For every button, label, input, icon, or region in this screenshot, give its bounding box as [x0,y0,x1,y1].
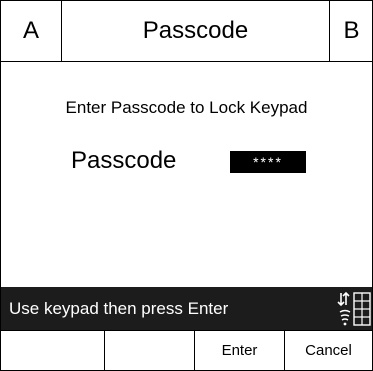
passcode-field[interactable]: **** [230,151,306,173]
softkey-2[interactable] [105,331,195,371]
softkey-1[interactable] [1,331,105,371]
status-message: Use keypad then press Enter [9,299,229,318]
softkey-a-label[interactable]: A [1,1,62,61]
enter-button[interactable]: Enter [195,331,285,371]
keypad-status-icon [337,291,371,326]
title-bar: A Passcode B [1,1,372,62]
softkey-b-label[interactable]: B [329,1,373,61]
status-bar: Use keypad then press Enter [1,287,372,330]
passcode-label: Passcode [71,147,177,174]
page-title: Passcode [142,17,249,44]
device-screen: A Passcode B Enter Passcode to Lock Keyp… [0,0,373,371]
instruction-text: Enter Passcode to Lock Keypad [65,98,308,117]
cancel-button[interactable]: Cancel [285,331,372,371]
softkey-bar: Enter Cancel [1,330,372,371]
